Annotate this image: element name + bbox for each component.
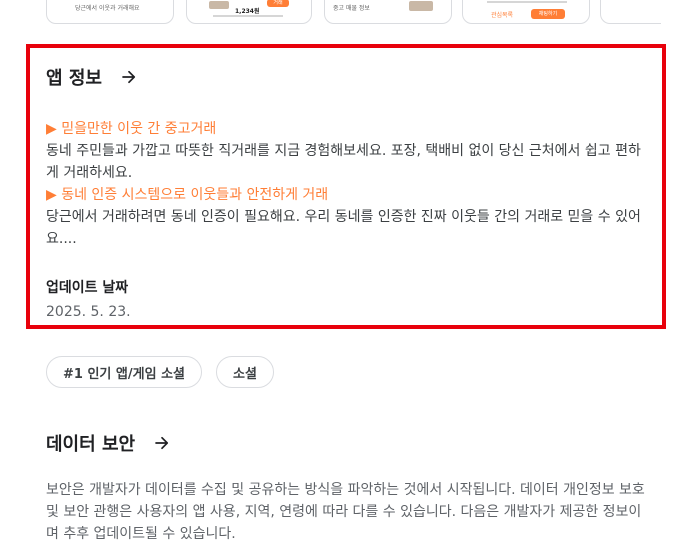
price-badge: 1,234원 xyxy=(235,8,260,15)
arrow-right-icon[interactable] xyxy=(120,68,138,86)
data-safety-title: 데이터 보안 xyxy=(46,434,136,455)
action-pill: 거래 xyxy=(267,0,289,7)
screenshot-caption: 당근에서 이웃과 거래해요 xyxy=(75,5,140,12)
data-safety-header[interactable]: 데이터 보안 xyxy=(46,430,171,456)
chat-button: 채팅하기 xyxy=(531,9,565,19)
app-description: ▶ 믿을만한 이웃 간 중고거래 동네 주민들과 가깝고 따뜻한 직거래를 지금… xyxy=(46,118,646,250)
screenshot-caption: 중고 매물 정보 xyxy=(333,5,370,12)
screenshot-carousel[interactable]: 당근에서 이웃과 거래해요 1,234원 거래 중고 매물 정보 관심목록 채팅… xyxy=(0,0,684,26)
chip-social[interactable]: 소셜 xyxy=(215,356,274,388)
update-date-label: 업데이트 날짜 xyxy=(46,280,129,296)
screenshot-2[interactable]: 1,234원 거래 xyxy=(186,0,312,24)
description-paragraph: 동네 주민들과 가깝고 따뜻한 직거래를 지금 경험해보세요. 포장, 택배비 … xyxy=(46,143,641,181)
wishlist-button: 관심목록 xyxy=(491,12,514,19)
data-safety-text: 보안은 개발자가 데이터를 수집 및 공유하는 방식을 파악하는 것에서 시작됩… xyxy=(46,482,645,542)
text-line xyxy=(487,1,567,3)
app-info-header[interactable]: 앱 정보 xyxy=(46,64,138,90)
thumbnail-image xyxy=(209,1,229,9)
description-highlight: ▶ 믿을만한 이웃 간 중고거래 xyxy=(46,121,217,137)
app-info-title: 앱 정보 xyxy=(46,68,102,89)
screenshot-3[interactable]: 중고 매물 정보 xyxy=(324,0,452,24)
thumbnail-image xyxy=(409,1,433,11)
description-highlight: ▶ 동네 인증 시스템으로 이웃들과 안전하게 거래 xyxy=(46,187,329,203)
screenshot-1[interactable]: 당근에서 이웃과 거래해요 xyxy=(46,0,174,24)
tab-bar xyxy=(213,15,283,17)
arrow-right-icon[interactable] xyxy=(153,434,171,452)
category-chips: #1 인기 앱/게임 소셜 소셜 xyxy=(46,356,274,388)
chip-top-social[interactable]: #1 인기 앱/게임 소셜 xyxy=(46,356,202,388)
screenshot-5[interactable] xyxy=(600,0,661,24)
description-paragraph: 당근에서 거래하려면 동네 인증이 필요해요. 우리 동네를 인증한 진짜 이웃… xyxy=(46,209,641,247)
screenshot-4[interactable]: 관심목록 채팅하기 xyxy=(462,0,590,24)
update-date-value: 2025. 5. 23. xyxy=(46,304,131,320)
